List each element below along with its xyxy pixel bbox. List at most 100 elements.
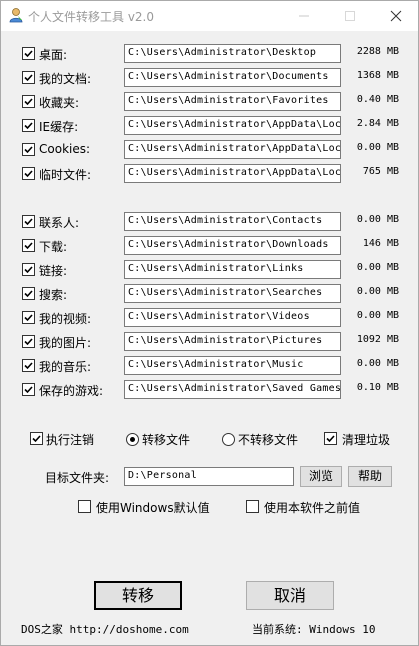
folder-checkbox[interactable] [22, 143, 35, 156]
folder-label: 我的文档: [39, 72, 92, 86]
folder-path-input[interactable]: C:\Users\Administrator\Music [124, 356, 341, 375]
folder-row: 联系人: C:\Users\Administrator\Contacts 0.00 … [0, 212, 419, 232]
checkbox-box [78, 500, 91, 513]
target-folder-input[interactable]: D:\Personal [124, 467, 294, 486]
folder-path-input[interactable]: C:\Users\Administrator\Desktop [124, 44, 341, 63]
folder-path-value: C:\Users\Administrator\Favorites [128, 95, 329, 106]
folder-checkbox[interactable] [22, 167, 35, 180]
radio-circle [126, 433, 139, 446]
folder-row: 我的文档: C:\Users\Administrator\Documents 136… [0, 68, 419, 88]
folder-checkbox[interactable] [22, 263, 35, 276]
folder-checkbox[interactable] [22, 287, 35, 300]
move-files-radio[interactable]: 转移文件 [126, 430, 206, 448]
checkbox-box [324, 432, 337, 445]
maximize-button[interactable] [327, 0, 373, 31]
folder-row: IE缓存: C:\Users\Administrator\AppData\Loca… [0, 116, 419, 136]
folder-row: 我的图片: C:\Users\Administrator\Pictures 1092… [0, 332, 419, 352]
folder-path-input[interactable]: C:\Users\Administrator\Pictures [124, 332, 341, 351]
folder-size: 0.00 MB [356, 142, 399, 153]
folder-row: 我的视频: C:\Users\Administrator\Videos 0.00 M… [0, 308, 419, 328]
check-icon [24, 146, 33, 154]
move-files-label: 转移文件 [142, 433, 191, 447]
folder-checkbox[interactable] [22, 239, 35, 252]
folder-label: 保存的游戏: [39, 384, 104, 398]
folder-path-input[interactable]: C:\Users\Administrator\Saved Games [124, 380, 341, 399]
folder-size: 0.00 MB [356, 358, 399, 369]
clean-junk-checkbox[interactable]: 清理垃圾 [324, 430, 404, 448]
folder-label: 桌面: [39, 48, 68, 62]
folder-checkbox[interactable] [22, 335, 35, 348]
check-icon [24, 74, 33, 82]
folder-row: 临时文件: C:\Users\Administrator\AppData\Loca… [0, 164, 419, 184]
folder-row: 收藏夹: C:\Users\Administrator\Favorites 0.40… [0, 92, 419, 112]
folder-path-input[interactable]: C:\Users\Administrator\AppData\Local [124, 140, 341, 159]
folder-size: 1368 MB [356, 70, 399, 81]
folder-size: 146 MB [362, 238, 399, 249]
use-previous-label: 使用本软件之前值 [264, 501, 361, 515]
folder-label: 我的音乐: [39, 360, 92, 374]
check-icon [326, 435, 335, 443]
folder-row: Cookies: C:\Users\Administrator\AppData\L… [0, 140, 419, 160]
transfer-button[interactable]: 转移 [94, 581, 182, 610]
check-icon [32, 435, 41, 443]
folder-path-value: C:\Users\Administrator\Documents [128, 71, 329, 82]
folder-row: 搜索: C:\Users\Administrator\Searches 0.00 M… [0, 284, 419, 304]
checkbox-box [246, 500, 259, 513]
folder-path-input[interactable]: C:\Users\Administrator\Documents [124, 68, 341, 87]
folder-label: 我的视频: [39, 312, 92, 326]
folder-checkbox[interactable] [22, 71, 35, 84]
close-button[interactable] [373, 0, 419, 31]
folder-path-value: C:\Users\Administrator\Pictures [128, 335, 323, 346]
folder-checkbox[interactable] [22, 311, 35, 324]
folder-path-input[interactable]: C:\Users\Administrator\Videos [124, 308, 341, 327]
check-icon [24, 122, 33, 130]
folder-checkbox[interactable] [22, 359, 35, 372]
folder-size: 765 MB [362, 166, 399, 177]
folder-label: 搜索: [39, 288, 68, 302]
check-icon [24, 242, 33, 250]
window-title: 个人文件转移工具 v2.0 [28, 10, 155, 24]
use-previous-checkbox[interactable]: 使用本软件之前值 [246, 498, 376, 516]
app-user-icon [9, 8, 23, 23]
check-icon [24, 314, 33, 322]
folder-path-value: C:\Users\Administrator\AppData\Local [128, 143, 341, 154]
folder-label: 下载: [39, 240, 68, 254]
folder-checkbox[interactable] [22, 215, 35, 228]
help-button[interactable]: 帮助 [348, 466, 392, 487]
target-folder-label: 目标文件夹: [45, 471, 110, 485]
use-windows-default-checkbox[interactable]: 使用Windows默认值 [78, 498, 228, 516]
check-icon [24, 386, 33, 394]
folder-path-input[interactable]: C:\Users\Administrator\AppData\Local [124, 116, 341, 135]
folder-size: 0.40 MB [356, 94, 399, 105]
folder-size: 0.00 MB [356, 310, 399, 321]
folder-path-input[interactable]: C:\Users\Administrator\Downloads [124, 236, 341, 255]
browse-button[interactable]: 浏览 [300, 466, 342, 487]
cancel-button[interactable]: 取消 [246, 581, 334, 610]
radio-selected-dot [130, 437, 135, 442]
folder-checkbox[interactable] [22, 95, 35, 108]
execute-logoff-checkbox[interactable]: 执行注销 [30, 430, 105, 448]
folder-path-input[interactable]: C:\Users\Administrator\AppData\Local [124, 164, 341, 183]
no-move-files-radio[interactable]: 不转移文件 [222, 430, 312, 448]
folder-path-input[interactable]: C:\Users\Administrator\Searches [124, 284, 341, 303]
folder-path-value: C:\Users\Administrator\Music [128, 359, 304, 370]
folder-size: 2288 MB [356, 46, 399, 57]
folder-path-value: C:\Users\Administrator\AppData\Local [128, 167, 341, 178]
checkbox-box [30, 432, 43, 445]
folder-checkbox[interactable] [22, 47, 35, 60]
folder-path-input[interactable]: C:\Users\Administrator\Favorites [124, 92, 341, 111]
folder-path-input[interactable]: C:\Users\Administrator\Links [124, 260, 341, 279]
folder-path-value: C:\Users\Administrator\AppData\Local [128, 119, 341, 130]
folder-path-input[interactable]: C:\Users\Administrator\Contacts [124, 212, 341, 231]
folder-label: 收藏夹: [39, 96, 80, 110]
folder-checkbox[interactable] [22, 383, 35, 396]
folder-size: 0.00 MB [356, 214, 399, 225]
check-icon [24, 266, 33, 274]
folder-label: 联系人: [39, 216, 80, 230]
minimize-button[interactable] [281, 0, 327, 31]
folder-size: 2.84 MB [356, 118, 399, 129]
folder-label: Cookies: [39, 142, 91, 156]
check-icon [24, 338, 33, 346]
folder-checkbox[interactable] [22, 119, 35, 132]
clean-junk-label: 清理垃圾 [342, 433, 391, 447]
